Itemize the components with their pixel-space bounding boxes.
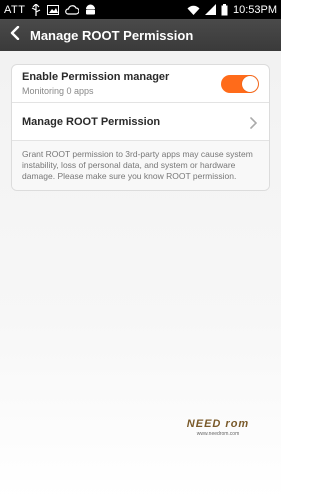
- title-bar: Manage ROOT Permission: [0, 19, 281, 51]
- usb-icon: [31, 3, 41, 17]
- signal-icon: [204, 3, 216, 17]
- cloud-icon: [65, 3, 80, 17]
- status-bar: ATT 10:53PM: [0, 0, 281, 19]
- image-icon: [47, 3, 60, 17]
- watermark: NEED rom www.needrom.com: [183, 418, 253, 440]
- watermark-logo: NEED rom: [186, 418, 250, 430]
- clock: 10:53PM: [232, 3, 277, 16]
- wifi-icon: [187, 3, 200, 17]
- content-area: Enable Permission manager Monitoring 0 a…: [0, 51, 281, 500]
- watermark-url: www.needrom.com: [196, 431, 240, 437]
- back-arrow-icon: [10, 25, 20, 45]
- settings-card: Enable Permission manager Monitoring 0 a…: [11, 64, 270, 191]
- chevron-right-icon: [249, 116, 259, 129]
- warning-note: Grant ROOT permission to 3rd-party apps …: [12, 141, 269, 190]
- battery-icon: [221, 3, 228, 17]
- manage-root-permission-row[interactable]: Manage ROOT Permission: [12, 103, 269, 141]
- enable-permission-row[interactable]: Enable Permission manager Monitoring 0 a…: [12, 65, 269, 103]
- page-title: Manage ROOT Permission: [30, 27, 194, 43]
- manage-root-permission-label: Manage ROOT Permission: [22, 115, 161, 128]
- toggle-knob: [242, 76, 258, 92]
- enable-permission-toggle[interactable]: [221, 75, 259, 93]
- carrier-label: ATT: [4, 3, 26, 16]
- android-icon: [85, 3, 96, 17]
- back-button[interactable]: [0, 19, 30, 51]
